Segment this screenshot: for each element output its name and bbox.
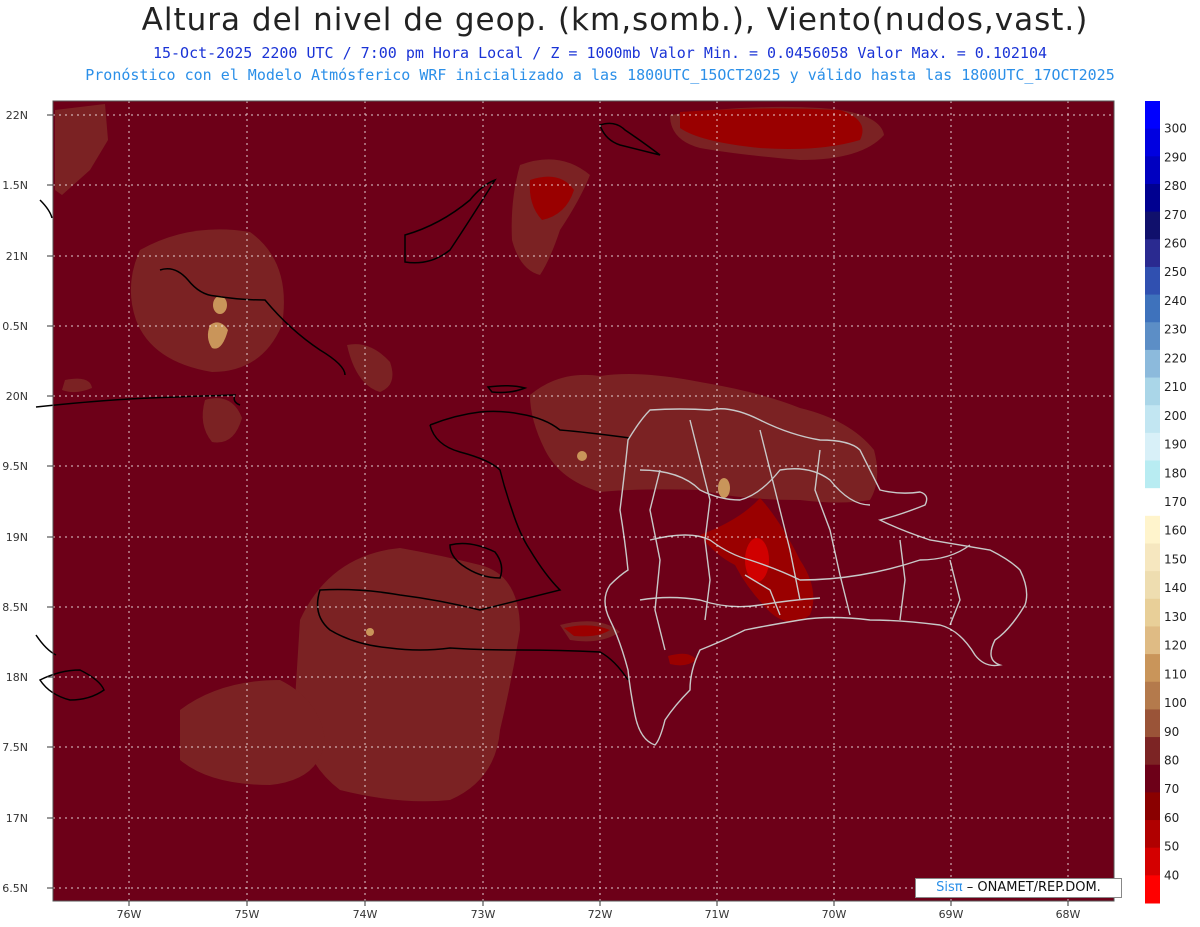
lon-label: 74W: [353, 908, 378, 921]
credit-box: Sisπ – ONAMET/REP.DOM.: [915, 878, 1122, 898]
colorbar-swatch: [1145, 432, 1160, 462]
colorbar-swatch: [1145, 460, 1160, 489]
colorbar-swatch: [1145, 183, 1160, 213]
colorbar-swatch: [1145, 488, 1160, 517]
colorbar-swatch: [1145, 626, 1160, 655]
colorbar-label: 110: [1164, 667, 1187, 681]
lon-label: 73W: [471, 908, 496, 921]
lon-label: 69W: [939, 908, 964, 921]
credit-text: – ONAMET/REP.DOM.: [966, 880, 1101, 895]
lat-label: 6.5N: [2, 882, 28, 895]
longitude-axis: 76W 75W 74W 73W 72W 71W 70W 69W 68W: [117, 901, 1081, 921]
lat-label: 7.5N: [2, 741, 28, 754]
colorbar: 300 290 280 270 260 250 240 230 220 210 200 190 180 1…: [1145, 101, 1187, 904]
colorbar-swatch: [1145, 211, 1160, 240]
colorbar-label: 200: [1164, 409, 1187, 423]
colorbar-label: 290: [1164, 150, 1187, 164]
colorbar-label: 220: [1164, 351, 1187, 365]
lat-label: 8.5N: [2, 601, 28, 614]
lon-label: 71W: [705, 908, 730, 921]
colorbar-swatch: [1145, 571, 1160, 600]
colorbar-swatch: [1145, 128, 1160, 157]
colorbar-swatch: [1145, 377, 1160, 406]
colorbar-swatch: [1145, 239, 1160, 268]
lon-label: 70W: [822, 908, 847, 921]
colorbar-label: 120: [1164, 639, 1187, 653]
geopotential-field: [53, 101, 1114, 901]
colorbar-swatch: [1145, 875, 1160, 904]
colorbar-label: 250: [1164, 265, 1187, 279]
colorbar-label: 60: [1164, 811, 1179, 825]
colorbar-label: 90: [1164, 725, 1179, 739]
colorbar-swatch: [1145, 764, 1160, 793]
colorbar-swatch: [1145, 847, 1160, 876]
colorbar-label: 300: [1164, 122, 1187, 136]
colorbar-label: 100: [1164, 696, 1187, 710]
colorbar-label: 260: [1164, 237, 1187, 251]
colorbar-swatch: [1145, 405, 1160, 434]
latitude-axis: 22N 1.5N 21N 0.5N 20N 9.5N 19N 8.5N 18N …: [2, 109, 53, 895]
colorbar-label: 50: [1164, 840, 1179, 854]
colorbar-label: 180: [1164, 466, 1187, 480]
lon-label: 75W: [235, 908, 260, 921]
lat-label: 9.5N: [2, 460, 28, 473]
colorbar-label: 140: [1164, 581, 1187, 595]
lat-label: 21N: [6, 250, 28, 263]
colorbar-label: 40: [1164, 868, 1179, 882]
colorbar-label: 70: [1164, 782, 1179, 796]
colorbar-label: 270: [1164, 208, 1187, 222]
colorbar-swatch: [1145, 792, 1160, 821]
colorbar-swatch: [1145, 266, 1160, 296]
lat-label: 18N: [6, 671, 28, 684]
colorbar-swatch: [1145, 543, 1160, 572]
sispi-logo-text: Sisπ: [936, 880, 963, 895]
colorbar-label: 190: [1164, 438, 1187, 452]
colorbar-label: 130: [1164, 610, 1187, 624]
lat-label: 22N: [6, 109, 28, 122]
colorbar-swatch: [1145, 598, 1160, 627]
lat-label: 17N: [6, 812, 28, 825]
lon-label: 68W: [1056, 908, 1081, 921]
colorbar-label: 150: [1164, 552, 1187, 566]
colorbar-swatch: [1145, 322, 1160, 351]
colorbar-swatch: [1145, 101, 1160, 130]
lon-label: 72W: [588, 908, 613, 921]
colorbar-label: 80: [1164, 753, 1179, 767]
colorbar-swatch: [1145, 156, 1160, 185]
colorbar-swatch: [1145, 820, 1160, 849]
lat-label: 0.5N: [2, 320, 28, 333]
colorbar-label: 280: [1164, 179, 1187, 193]
colorbar-swatch: [1145, 737, 1160, 766]
colorbar-swatch: [1145, 681, 1160, 710]
lon-label: 76W: [117, 908, 142, 921]
colorbar-label: 160: [1164, 524, 1187, 538]
colorbar-swatch: [1145, 515, 1160, 544]
colorbar-label: 230: [1164, 323, 1187, 337]
lat-label: 19N: [6, 531, 28, 544]
colorbar-label: 170: [1164, 495, 1187, 509]
colorbar-swatch: [1145, 294, 1160, 323]
colorbar-label: 240: [1164, 294, 1187, 308]
colorbar-swatch: [1145, 654, 1160, 683]
colorbar-label: 210: [1164, 380, 1187, 394]
lat-label: 1.5N: [2, 179, 28, 192]
forecast-map: 22N 1.5N 21N 0.5N 20N 9.5N 19N 8.5N 18N …: [2, 100, 1187, 921]
lat-label: 20N: [6, 390, 28, 403]
colorbar-swatch: [1145, 709, 1160, 738]
colorbar-swatch: [1145, 349, 1160, 379]
